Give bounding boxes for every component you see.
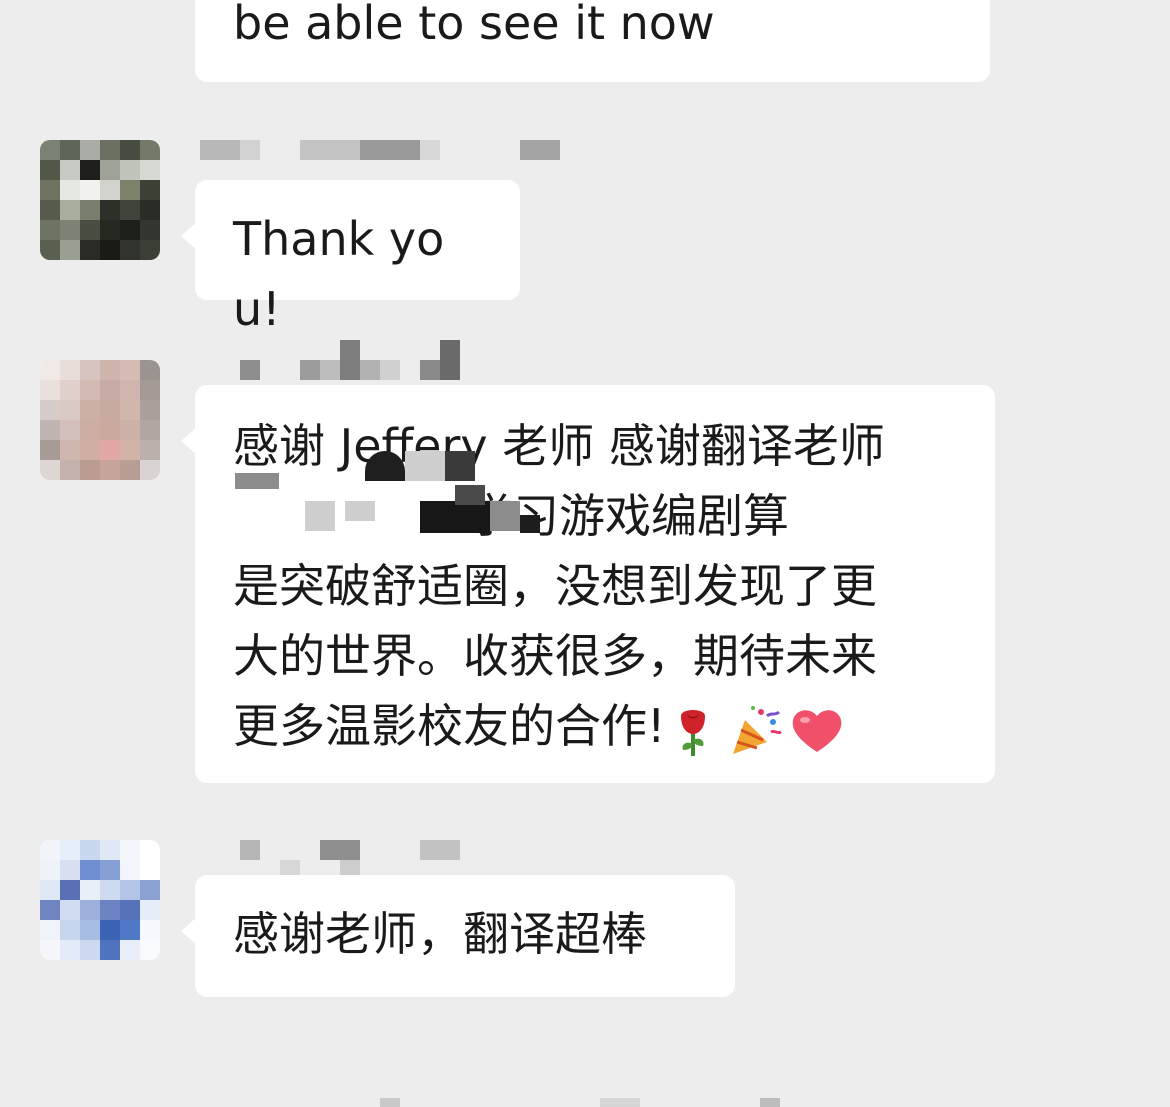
redaction-block [445,451,475,481]
sender-name-redacted [200,840,460,880]
message-bubble[interactable]: 感谢 Jeffery 老师 感谢翻译老师 学习游戏编剧算 是突破舒适圈，没想到发… [181,385,995,783]
sender-name-redacted [200,140,560,160]
redaction-block [235,473,279,489]
heart-icon [793,709,842,752]
avatar[interactable] [40,840,160,960]
message-text: be able to see it now [233,0,715,50]
redaction-block [520,515,540,533]
sender-name-redacted [200,340,480,380]
message-bubble[interactable]: be able to see it now [195,0,990,82]
message-bubble[interactable]: Thank you! [181,180,520,336]
rose-icon [681,709,706,756]
message-line: 大的世界。收获很多，期待未来 [233,629,877,683]
avatar[interactable] [40,140,160,260]
redaction-block [455,485,485,505]
redaction-block [305,501,335,531]
message-line: 学习游戏编剧算 [466,489,789,543]
chat-history[interactable]: be able to see it now Thank you! 感谢 Jeff… [0,0,1170,1107]
redaction-block [345,501,375,521]
message-line: 感谢 Jeffery 老师 感谢翻译老师 [233,419,885,473]
avatar[interactable] [40,360,160,480]
message-line: 更多温影校友的合作! [233,699,666,753]
emoji-row [665,702,845,758]
message-last-line: 更多温影校友的合作! [233,691,957,761]
message-bubble[interactable]: 感谢老师，翻译超棒 [181,875,735,997]
redaction-block [405,451,445,481]
message-text: 感谢老师，翻译超棒 [233,907,647,961]
message-line: 是突破舒适圈，没想到发现了更 [233,559,877,613]
redaction-block [490,501,520,531]
party-popper-icon [733,705,783,754]
message-text: Thank you! [233,212,445,336]
redaction-block [420,501,490,533]
